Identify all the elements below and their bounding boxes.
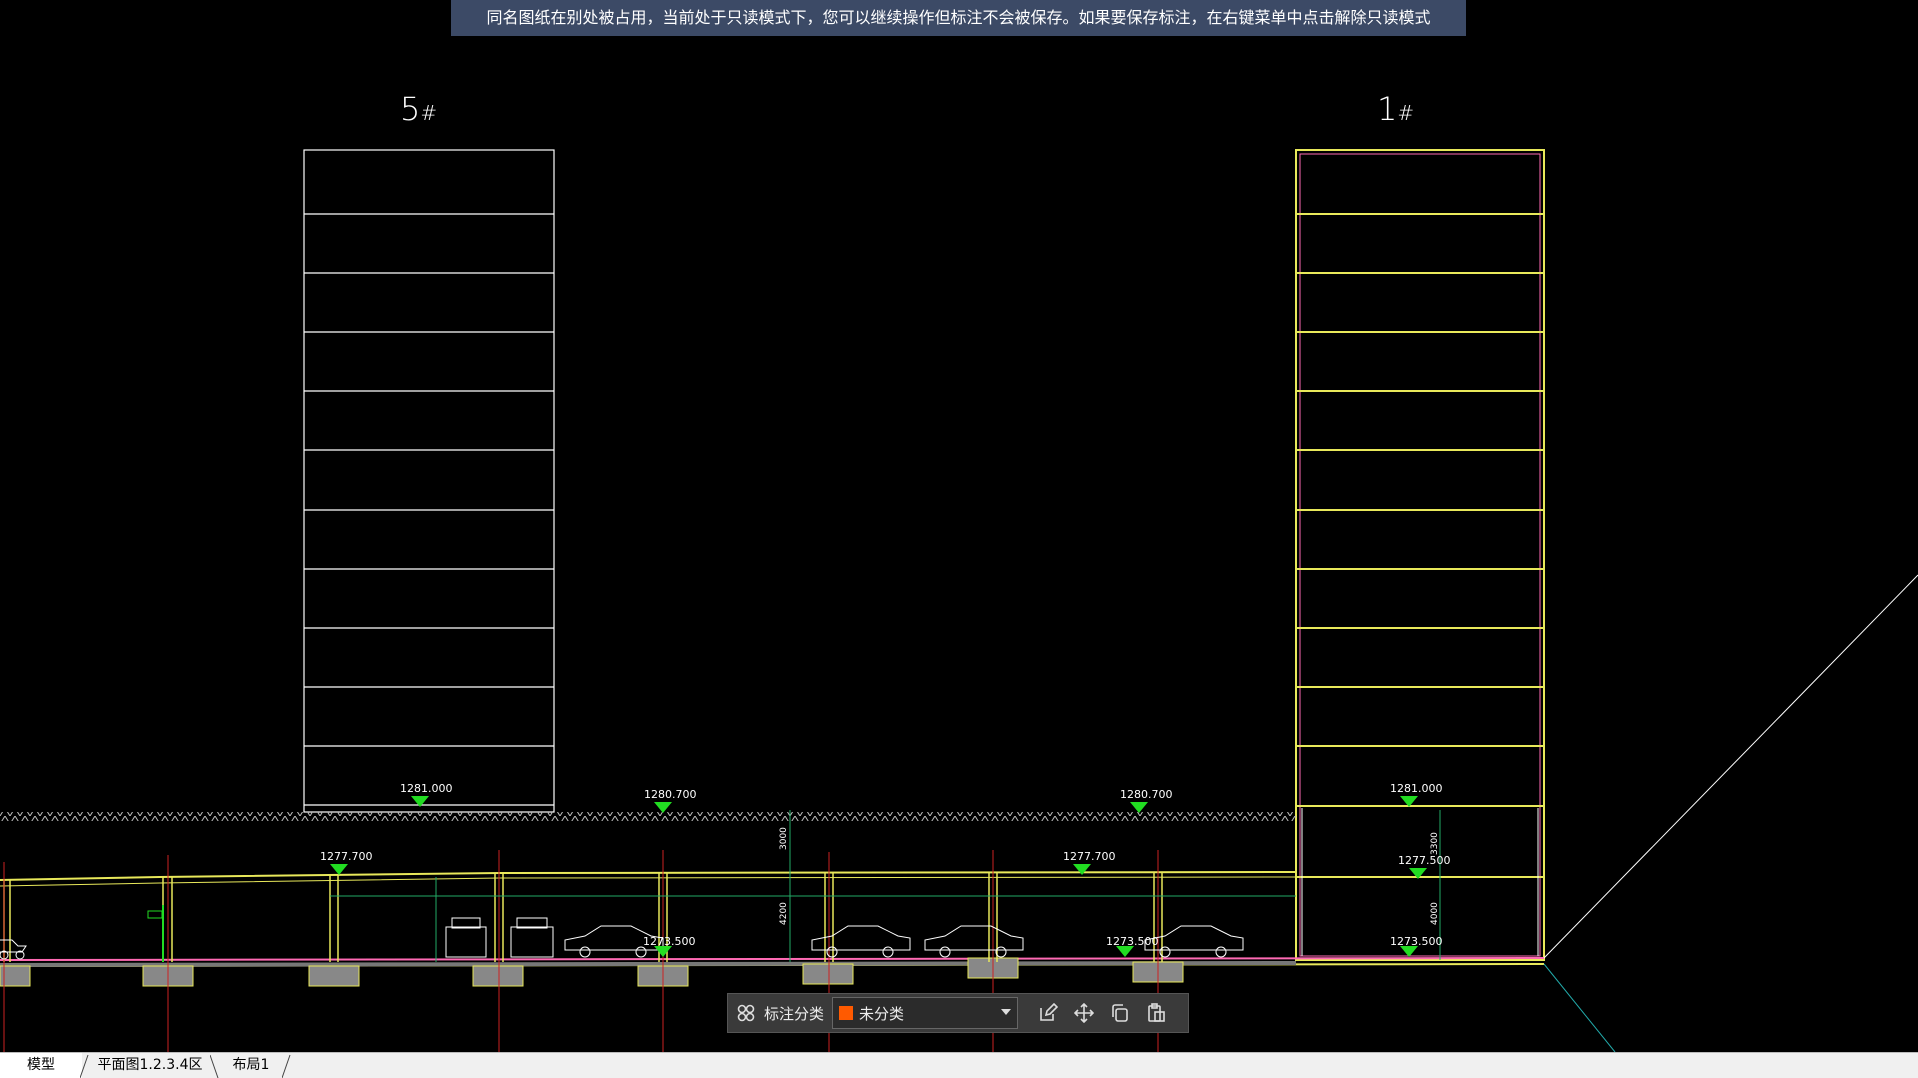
dimension-label: 3300 (1430, 832, 1440, 855)
building-1-label: 1# (1377, 90, 1415, 128)
elevation-label: 1273.500 (1390, 935, 1443, 948)
elevation-label: 1281.000 (400, 782, 453, 795)
category-color-swatch (839, 1006, 854, 1020)
copy-icon[interactable] (1102, 994, 1138, 1032)
elevation-label: 1277.700 (1063, 850, 1116, 863)
grid-icon[interactable] (728, 994, 764, 1032)
layout-tabs: 模型 平面图1.2.3.4区 布局1 (0, 1052, 1918, 1078)
category-select[interactable]: 未分类 (832, 997, 1019, 1029)
chevron-down-icon (1001, 1009, 1012, 1015)
elevation-label: 1280.700 (644, 788, 697, 801)
tab-layout1[interactable]: 布局1 (218, 1053, 284, 1078)
annotation-toolbar: 标注分类 未分类 (727, 993, 1189, 1033)
paste-icon[interactable] (1138, 994, 1174, 1032)
dimension-label: 4000 (1430, 902, 1440, 925)
building-5-label: 5# (400, 90, 438, 128)
elevation-label: 1280.700 (1120, 788, 1173, 801)
building-1-elevation (1295, 149, 1545, 961)
category-value: 未分类 (859, 1004, 905, 1023)
dimension-label: 4200 (779, 902, 789, 925)
readonly-notice-banner: 同名图纸在别处被占用，当前处于只读模式下，您可以继续操作但标注不会被保存。如果要… (451, 0, 1466, 36)
category-label: 标注分类 (764, 1004, 825, 1023)
elevation-label: 1273.500 (1106, 935, 1159, 948)
elevation-label: 1281.000 (1390, 782, 1443, 795)
ground-hatch (0, 812, 1296, 821)
elevation-label: 1273.500 (643, 935, 696, 948)
elevation-label: 1277.500 (1398, 854, 1451, 867)
tab-plan[interactable]: 平面图1.2.3.4区 (88, 1053, 212, 1078)
tab-separator (282, 1054, 291, 1078)
drawing-canvas[interactable]: 1281.000 1280.700 1280.700 1281.000 1277… (0, 0, 1918, 1052)
elevation-label: 1277.700 (320, 850, 373, 863)
move-icon[interactable] (1066, 994, 1102, 1032)
car-symbols (0, 917, 1244, 960)
tab-model[interactable]: 模型 (0, 1053, 82, 1078)
building-5-elevation (303, 149, 555, 813)
dimension-label: 3000 (779, 827, 789, 850)
edit-icon[interactable] (1030, 994, 1066, 1032)
